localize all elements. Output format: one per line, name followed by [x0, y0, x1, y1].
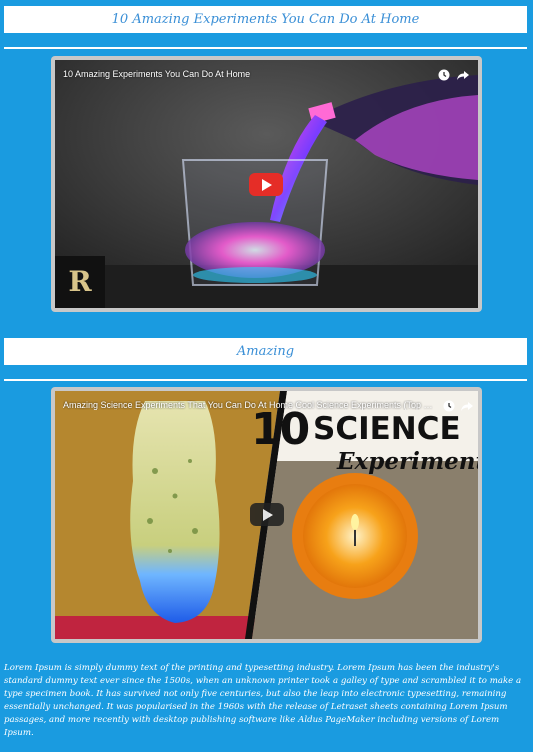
- thumbnail-number: 10: [251, 404, 310, 455]
- section-heading-2-text: Amazing: [236, 344, 295, 359]
- clock-icon[interactable]: [442, 399, 456, 413]
- play-button-1[interactable]: [249, 173, 283, 196]
- video-thumbnail-1[interactable]: R 10 Amazing Experiments You Can Do At H…: [55, 60, 478, 308]
- section-heading-1-text: 10 Amazing Experiments You Can Do At Hom…: [111, 12, 420, 27]
- video-embed-2[interactable]: 10 SCIENCE Experiments Amazing Science E…: [51, 387, 482, 643]
- clock-icon[interactable]: [437, 68, 451, 82]
- share-icon[interactable]: [456, 68, 470, 82]
- divider-2: [4, 379, 527, 381]
- section-heading-1: 10 Amazing Experiments You Can Do At Hom…: [4, 6, 527, 33]
- video-2-title[interactable]: Amazing Science Experiments That You Can…: [63, 400, 433, 410]
- play-button-2[interactable]: [250, 503, 284, 526]
- thumbnail-word-science: SCIENCE: [313, 411, 461, 447]
- section-heading-2: Amazing: [4, 338, 527, 365]
- channel-logo: R: [68, 265, 92, 298]
- body-paragraph: Lorem Ipsum is simply dummy text of the …: [4, 663, 522, 738]
- share-icon[interactable]: [460, 399, 474, 413]
- video-thumbnail-2[interactable]: 10 SCIENCE Experiments Amazing Science E…: [55, 391, 478, 639]
- video-embed-1[interactable]: R 10 Amazing Experiments You Can Do At H…: [51, 56, 482, 312]
- divider-1: [4, 47, 527, 49]
- video-1-title[interactable]: 10 Amazing Experiments You Can Do At Hom…: [63, 69, 418, 79]
- thumbnail-word-experiments: Experiments: [337, 448, 478, 475]
